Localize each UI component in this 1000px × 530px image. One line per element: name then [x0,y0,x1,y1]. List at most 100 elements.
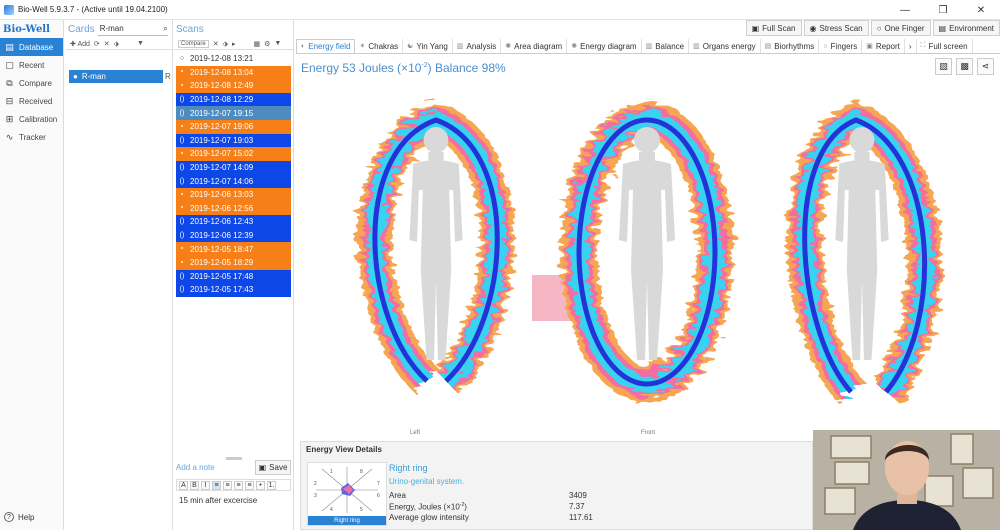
tab-biorhythms[interactable]: ▤ Biorhythms [761,39,820,53]
image-icon[interactable]: ▨ [935,58,952,75]
scan-row[interactable]: ⬩ 2019-12-05 18:29 [176,255,291,270]
tag-icon[interactable]: ⬗ [114,40,119,48]
scan-row[interactable]: () 2019-12-07 19:03 [176,133,291,148]
nav-item-label: Recent [19,60,45,70]
nav-item-tracker[interactable]: ∿ Tracker [0,128,63,146]
save-note-button[interactable]: ▣ Save [255,460,291,475]
scan-row[interactable]: () 2019-12-08 12:29 [176,92,291,107]
scan-row[interactable]: ⬩ 2019-12-05 18:47 [176,242,291,256]
compare-icon: ⧉ [6,77,13,88]
scan-row[interactable]: () 2019-12-07 19:15 [176,106,291,120]
sector-number: 3 [314,493,317,499]
minimize-button[interactable]: — [886,0,924,20]
scan-timestamp: 2019-12-05 18:47 [190,244,254,254]
energy-field-icon: ◐ [301,43,306,50]
delete-icon[interactable]: ✕ [213,40,219,48]
scan-row[interactable]: ⬩ 2019-12-07 19:06 [176,119,291,134]
scan-row[interactable]: () 2019-12-05 17:43 [176,283,291,297]
tag-icon[interactable]: ⬗ [223,40,228,48]
scan-row[interactable]: () 2019-12-07 14:06 [176,174,291,188]
scan-row[interactable]: ⬩ 2019-12-08 12:49 [176,79,291,93]
format-button[interactable]: A [179,480,188,490]
scan-row[interactable]: ⬩ 2019-12-06 13:03 [176,187,291,202]
search-icon[interactable]: ⌕ [163,24,167,34]
scan-row[interactable]: () 2019-12-05 17:48 [176,269,291,284]
nav-item-database[interactable]: ▤ Database [0,38,63,56]
nav-item-calibration[interactable]: ⊞ Calibration [0,110,63,128]
full-screen-button[interactable]: ⛶ Full screen [917,39,973,53]
bio-well-logo: Bio-Well [3,23,50,35]
close-button[interactable]: ✕ [962,0,1000,20]
scan-timestamp: 2019-12-07 19:03 [190,135,254,145]
save-label: Save [269,463,288,472]
format-button[interactable]: ≡ [223,480,232,490]
filter-icon[interactable]: ▼ [137,40,144,47]
card-item-r-man[interactable]: ● R-man [69,70,163,83]
panel-splitter[interactable] [226,457,242,460]
columns-icon[interactable]: ▦ [253,40,260,48]
scan-row[interactable]: ○ 2019-12-08 13:21 [176,52,291,66]
format-button[interactable]: B [190,480,199,490]
export-icon[interactable]: ▸ [232,40,236,48]
scan-type-icon: () [179,164,185,172]
scan-type-icon: () [179,232,185,240]
scan-timestamp: 2019-12-07 19:06 [190,122,254,132]
cards-toolbar: ✚ Add ⟳ ✕ ⬗ ▼ [66,38,172,50]
body-silhouette-right [835,127,889,360]
tab-balance[interactable]: ▥ Balance [642,39,690,53]
chevron-right-icon: › [908,41,912,51]
tab-report[interactable]: ▣ Report [862,39,905,53]
full-screen-label: Full screen [928,41,968,51]
full-screen-icon: ⛶ [920,42,926,49]
cards-search-input[interactable]: R-man ⌕ [97,23,168,36]
save-icon: ▣ [258,463,267,472]
add-note-link[interactable]: Add a note [176,463,215,472]
scan-row[interactable]: ⬩ 2019-12-06 12:56 [176,201,291,216]
metric-label: Area [389,491,406,500]
share-icon[interactable]: ⋖ [977,58,994,75]
scan-row[interactable]: () 2019-12-06 12:43 [176,215,291,229]
save-image-icon[interactable]: ▩ [956,58,973,75]
nav-item-recent[interactable]: ▢ Recent [0,56,63,74]
scan-row[interactable]: ⬩ 2019-12-07 15:02 [176,147,291,161]
scan-type-icon: () [179,136,185,144]
tab-organs-energy[interactable]: ▥ Organs energy [689,39,761,53]
format-button[interactable]: I [201,480,210,490]
scan-row[interactable]: () 2019-12-06 12:39 [176,228,291,243]
tab-chakras[interactable]: ✶ Chakras [355,39,404,53]
format-button[interactable]: ≡ [234,480,243,490]
environment-button[interactable]: ▤ Environment [932,20,1000,36]
tab-energy-field[interactable]: ◐ Energy field [296,39,356,53]
filter-icon[interactable]: ▼ [274,40,281,47]
scan-row[interactable]: ⬩ 2019-12-08 13:04 [176,65,291,80]
nav-item-compare[interactable]: ⧉ Compare [0,74,63,92]
restore-button[interactable]: ❐ [924,0,962,20]
refresh-icon[interactable]: ⟳ [94,40,100,48]
full-scan-button[interactable]: ▣ Full Scan [745,20,802,36]
stress-scan-button[interactable]: ◉ Stress Scan [803,20,869,36]
compare-scans-button[interactable]: Compare [178,39,209,48]
add-card-button[interactable]: ✚ Add [70,40,90,48]
nav-item-received[interactable]: ⊟ Received [0,92,63,110]
scan-timestamp: 2019-12-07 19:15 [190,108,254,118]
tab-fingers[interactable]: ○ Fingers [819,39,863,53]
format-button[interactable]: • [256,480,265,490]
window-controls: — ❐ ✕ [886,0,1000,20]
one-finger-button[interactable]: ○ One Finger [870,20,931,36]
scan-row[interactable]: () 2019-12-07 14:09 [176,160,291,175]
scan-timestamp: 2019-12-06 12:43 [190,217,254,227]
format-button[interactable]: ≡ [245,480,254,490]
delete-icon[interactable]: ✕ [104,40,110,48]
format-button[interactable]: 1. [267,480,276,490]
tabs-scroll-right[interactable]: › [905,39,917,53]
sector-wheel[interactable]: 1 2 3 4 5 6 7 8 Right ring [307,462,387,526]
tab-analysis[interactable]: ▥ Analysis [453,39,502,53]
tab-area-diagram[interactable]: ✺ Area diagram [501,39,568,53]
note-textarea[interactable]: 15 min after excercise [179,496,257,505]
tab-energy-diagram[interactable]: ✺ Energy diagram [567,39,642,53]
tab-yin-yang[interactable]: ☯ Yin Yang [403,39,453,53]
metric-row: Area 3409 [389,491,609,502]
format-button[interactable]: ≡ [212,480,221,490]
help-link[interactable]: ? Help [4,512,34,522]
settings-icon[interactable]: ⚙ [264,40,270,48]
